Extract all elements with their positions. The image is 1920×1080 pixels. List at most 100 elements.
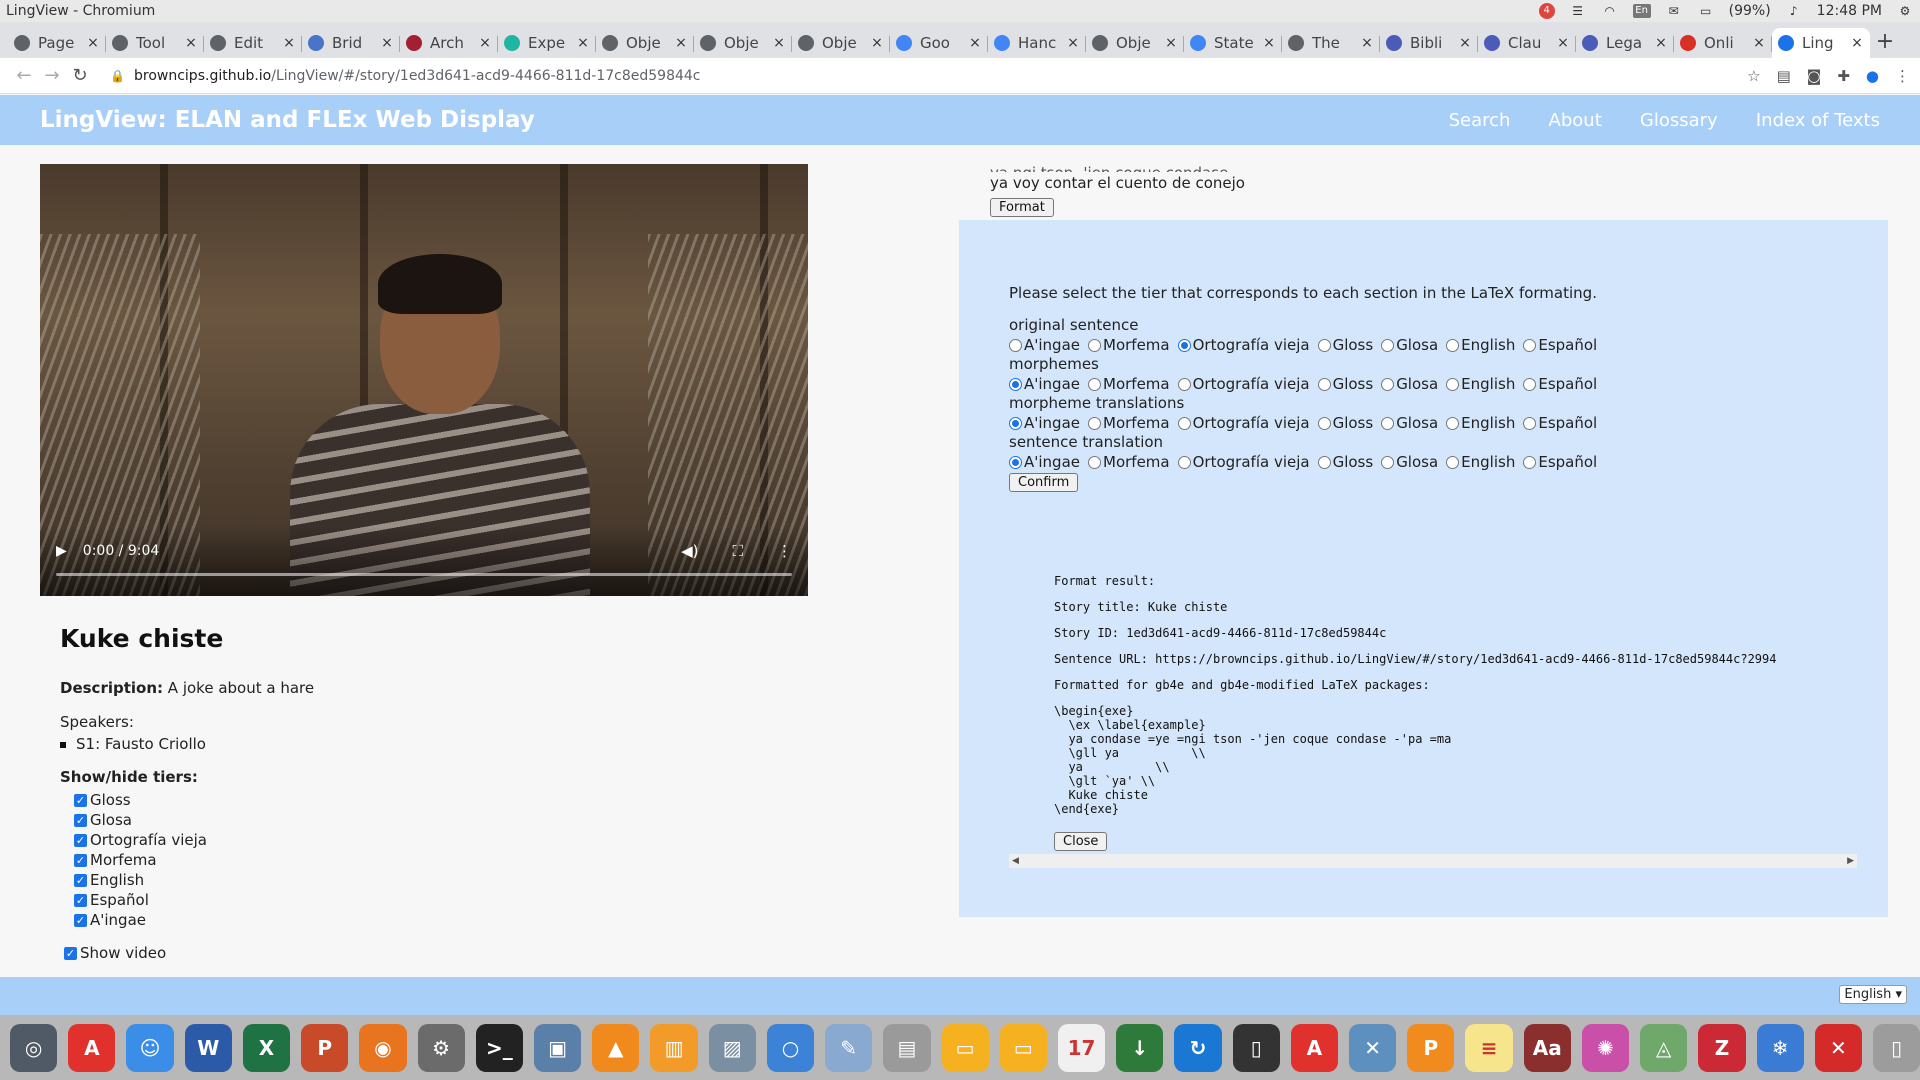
tier-radio-option[interactable]: Morfema <box>1088 336 1170 354</box>
tier-radio-option[interactable]: Ortografía vieja <box>1177 414 1310 432</box>
maps-dock-icon[interactable]: ◬ <box>1640 1023 1688 1072</box>
download-dock-icon[interactable]: ↓ <box>1116 1023 1164 1072</box>
folder2-dock-icon[interactable]: ▭ <box>999 1023 1047 1072</box>
radio-icon[interactable] <box>1088 416 1102 430</box>
xcode-dock-icon[interactable]: ✕ <box>1349 1023 1397 1072</box>
radio-icon[interactable] <box>1446 377 1460 391</box>
zotero-dock-icon[interactable]: Z <box>1698 1023 1746 1072</box>
tier-radio-option[interactable]: Glosa <box>1381 375 1438 393</box>
photos-dock-icon[interactable]: ▨ <box>708 1023 756 1072</box>
tab-close-icon[interactable]: × <box>380 35 394 51</box>
extensions-puzzle-icon[interactable]: ✚ <box>1837 67 1850 85</box>
books-dock-icon[interactable]: ▥ <box>650 1023 698 1072</box>
radio-icon[interactable] <box>1177 377 1191 391</box>
tab-close-icon[interactable]: × <box>674 35 688 51</box>
fullscreen-icon[interactable]: ⛶ <box>732 542 743 560</box>
address-bar[interactable]: 🔒 browncips.github.io/LingView/#/story/1… <box>110 62 1747 90</box>
tier-radio-option[interactable]: A'ingae <box>1009 336 1080 354</box>
launchpad-dock-icon[interactable]: ❄ <box>1756 1023 1804 1072</box>
tab-1[interactable]: Tool × <box>106 28 204 58</box>
radio-selected-icon[interactable] <box>1009 416 1022 430</box>
tab-close-icon[interactable]: × <box>184 35 198 51</box>
screen-dock-icon[interactable]: ▯ <box>1232 1023 1280 1072</box>
screenshot-icon[interactable]: ◙ <box>1807 67 1822 85</box>
tab-3[interactable]: Brid × <box>302 28 400 58</box>
checkbox-checked-icon[interactable]: ✓ <box>74 873 87 887</box>
tab-close-icon[interactable]: × <box>1164 35 1178 51</box>
tier-radio-option[interactable]: Español <box>1523 375 1597 393</box>
volume-icon[interactable]: ◀) <box>681 542 698 560</box>
format-button[interactable]: Format <box>990 198 1054 217</box>
language-select[interactable]: English ▾ <box>1839 985 1907 1004</box>
finder-dock-icon[interactable]: ☺ <box>126 1023 174 1072</box>
radio-icon[interactable] <box>1009 338 1022 352</box>
tab-10[interactable]: Hanc × <box>988 28 1086 58</box>
tier-radio-option[interactable]: Morfema <box>1088 453 1170 471</box>
tab-close-icon[interactable]: × <box>1654 35 1668 51</box>
crossover-dock-icon[interactable]: ✕ <box>1814 1023 1862 1072</box>
radio-icon[interactable] <box>1523 455 1537 469</box>
radio-selected-icon[interactable] <box>1177 338 1191 352</box>
tier-radio-option[interactable]: A'ingae <box>1009 375 1080 393</box>
tab-14[interactable]: Bibli × <box>1380 28 1478 58</box>
tab-close-icon[interactable]: × <box>576 35 590 51</box>
tier-toggle-aingae[interactable]: ✓ A'ingae <box>60 910 207 930</box>
radio-icon[interactable] <box>1523 377 1537 391</box>
tab-6[interactable]: Obje × <box>596 28 694 58</box>
checkbox-checked-icon[interactable]: ✓ <box>74 893 87 907</box>
notes-dock-icon[interactable]: ≡ <box>1465 1023 1513 1072</box>
tier-radio-option[interactable]: Español <box>1523 453 1597 471</box>
tier-radio-option[interactable]: Glosa <box>1381 336 1438 354</box>
tier-radio-option[interactable]: Morfema <box>1088 414 1170 432</box>
acrobat2-dock-icon[interactable]: A <box>1290 1023 1339 1072</box>
tab-7[interactable]: Obje × <box>694 28 792 58</box>
tier-radio-option[interactable]: English <box>1446 375 1515 393</box>
tab-close-icon[interactable]: × <box>772 35 786 51</box>
acrobat-dock-icon[interactable]: A <box>68 1023 116 1072</box>
tab-18[interactable]: Ling × <box>1772 28 1870 58</box>
tab-close-icon[interactable]: × <box>968 35 982 51</box>
tier-toggle-morfema[interactable]: ✓ Morfema <box>60 850 207 870</box>
checkbox-checked-icon[interactable]: ✓ <box>74 913 87 927</box>
tab-11[interactable]: Obje × <box>1086 28 1184 58</box>
checkbox-checked-icon[interactable]: ✓ <box>74 813 87 827</box>
tab-9[interactable]: Goo × <box>890 28 988 58</box>
tab-close-icon[interactable]: × <box>1850 35 1864 51</box>
preview-dock-icon[interactable]: ▣ <box>533 1023 582 1072</box>
tier-toggle-ortografia-vieja[interactable]: ✓ Ortografía vieja <box>60 830 207 850</box>
radio-icon[interactable] <box>1523 416 1537 430</box>
radio-icon[interactable] <box>1317 416 1331 430</box>
radio-icon[interactable] <box>1088 377 1102 391</box>
clock[interactable]: 12:48 PM <box>1817 3 1882 19</box>
excel-dock-icon[interactable]: X <box>242 1023 291 1072</box>
tier-radio-option[interactable]: Morfema <box>1088 375 1170 393</box>
radio-icon[interactable] <box>1381 377 1395 391</box>
chrome-dock-icon[interactable]: ◎ <box>10 1023 58 1072</box>
tier-toggle-espanol[interactable]: ✓ Español <box>60 890 207 910</box>
mail-icon[interactable]: ✉ <box>1665 4 1683 18</box>
radio-icon[interactable] <box>1381 455 1395 469</box>
reader-icon[interactable]: ▤ <box>1777 67 1791 85</box>
tab-2[interactable]: Edit × <box>204 28 302 58</box>
tab-16[interactable]: Lega × <box>1576 28 1674 58</box>
tab-8[interactable]: Obje × <box>792 28 890 58</box>
latex-code[interactable]: \begin{exe} \ex \label{example} ya conda… <box>1054 704 1776 816</box>
new-tab-icon[interactable]: + <box>1870 28 1900 58</box>
show-video-toggle[interactable]: ✓ Show video <box>64 944 166 962</box>
word-dock-icon[interactable]: W <box>184 1023 232 1072</box>
powerpoint-dock-icon[interactable]: P <box>301 1023 349 1072</box>
radio-icon[interactable] <box>1088 455 1102 469</box>
tab-close-icon[interactable]: × <box>1458 35 1472 51</box>
tab-close-icon[interactable]: × <box>870 35 884 51</box>
nav-glossary[interactable]: Glossary <box>1640 110 1718 131</box>
firefox-dock-icon[interactable]: ◉ <box>359 1023 407 1072</box>
confirm-button[interactable]: Confirm <box>1009 473 1079 492</box>
radio-icon[interactable] <box>1317 338 1331 352</box>
radio-icon[interactable] <box>1177 455 1191 469</box>
drive-dock-icon[interactable]: ▤ <box>883 1023 931 1072</box>
radio-icon[interactable] <box>1446 416 1460 430</box>
scroll-left-icon[interactable]: ◀ <box>1012 854 1019 868</box>
radio-icon[interactable] <box>1446 338 1460 352</box>
tier-radio-option[interactable]: Español <box>1523 336 1597 354</box>
pages-dock-icon[interactable]: P <box>1407 1023 1455 1072</box>
